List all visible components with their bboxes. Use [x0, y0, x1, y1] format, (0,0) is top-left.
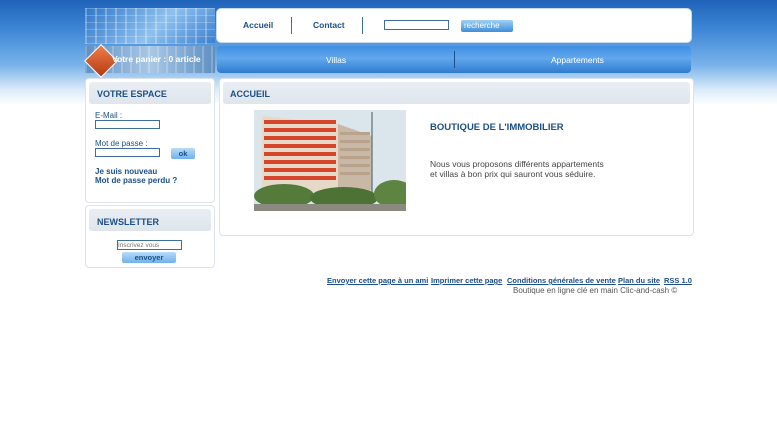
footer-rss-link[interactable]: RSS 1.0 [664, 276, 692, 285]
newsletter-submit-button[interactable]: envoyer [122, 252, 176, 263]
building-illustration [254, 110, 406, 211]
footer-terms-link[interactable]: Conditions générales de vente [507, 276, 616, 285]
footer-credit: Boutique en ligne clé en main Clic-and-c… [513, 286, 678, 295]
newsletter-email-input[interactable] [117, 240, 182, 250]
newsletter-panel-header: NEWSLETTER [89, 209, 211, 231]
building-photo [254, 110, 406, 211]
newsletter-panel-title: NEWSLETTER [97, 217, 159, 227]
search-input[interactable] [384, 20, 449, 30]
email-field[interactable] [95, 120, 160, 129]
email-label: E-Mail : [95, 111, 123, 120]
search-button[interactable]: recherche [461, 20, 513, 32]
cart-bar[interactable]: Votre panier : 0 article [84, 44, 215, 78]
page-title: ACCUEIL [230, 89, 270, 99]
account-panel-title: VOTRE ESPACE [97, 89, 167, 99]
nav-contact-link[interactable]: Contact [313, 20, 345, 30]
category-navigation: Villas Appartements [217, 46, 691, 73]
nav-separator [362, 17, 363, 34]
nav-home-link[interactable]: Accueil [243, 20, 273, 30]
nav-appartements[interactable]: Appartements [551, 55, 604, 65]
account-panel: VOTRE ESPACE E-Mail : Mot de passe : ok … [85, 78, 215, 203]
password-label: Mot de passe : [95, 139, 148, 148]
content-text-line-1: Nous vous proposons différents apparteme… [430, 159, 604, 169]
login-ok-button[interactable]: ok [171, 148, 195, 159]
new-user-link[interactable]: Je suis nouveau [95, 167, 157, 176]
header-banner-image [85, 8, 215, 44]
account-panel-header: VOTRE ESPACE [89, 82, 211, 104]
content-text-line-2: et villas à bon prix qui sauront vous sé… [430, 169, 596, 179]
password-field[interactable] [95, 148, 160, 157]
top-navigation: Accueil Contact recherche [217, 9, 691, 42]
forgot-password-link[interactable]: Mot de passe perdu ? [95, 176, 177, 185]
nav-villas[interactable]: Villas [326, 55, 346, 65]
footer-sitemap-link[interactable]: Plan du site [618, 276, 660, 285]
footer-print-link[interactable]: Imprimer cette page [431, 276, 502, 285]
nav-separator [291, 17, 292, 34]
newsletter-panel: NEWSLETTER envoyer [85, 205, 215, 268]
content-heading: BOUTIQUE DE L'IMMOBILIER [430, 122, 564, 133]
category-nav-divider [454, 51, 455, 68]
cart-summary[interactable]: Votre panier : 0 article [112, 54, 201, 64]
footer-send-to-friend-link[interactable]: Envoyer cette page à un ami [327, 276, 428, 285]
main-panel-header: ACCUEIL [223, 82, 690, 104]
